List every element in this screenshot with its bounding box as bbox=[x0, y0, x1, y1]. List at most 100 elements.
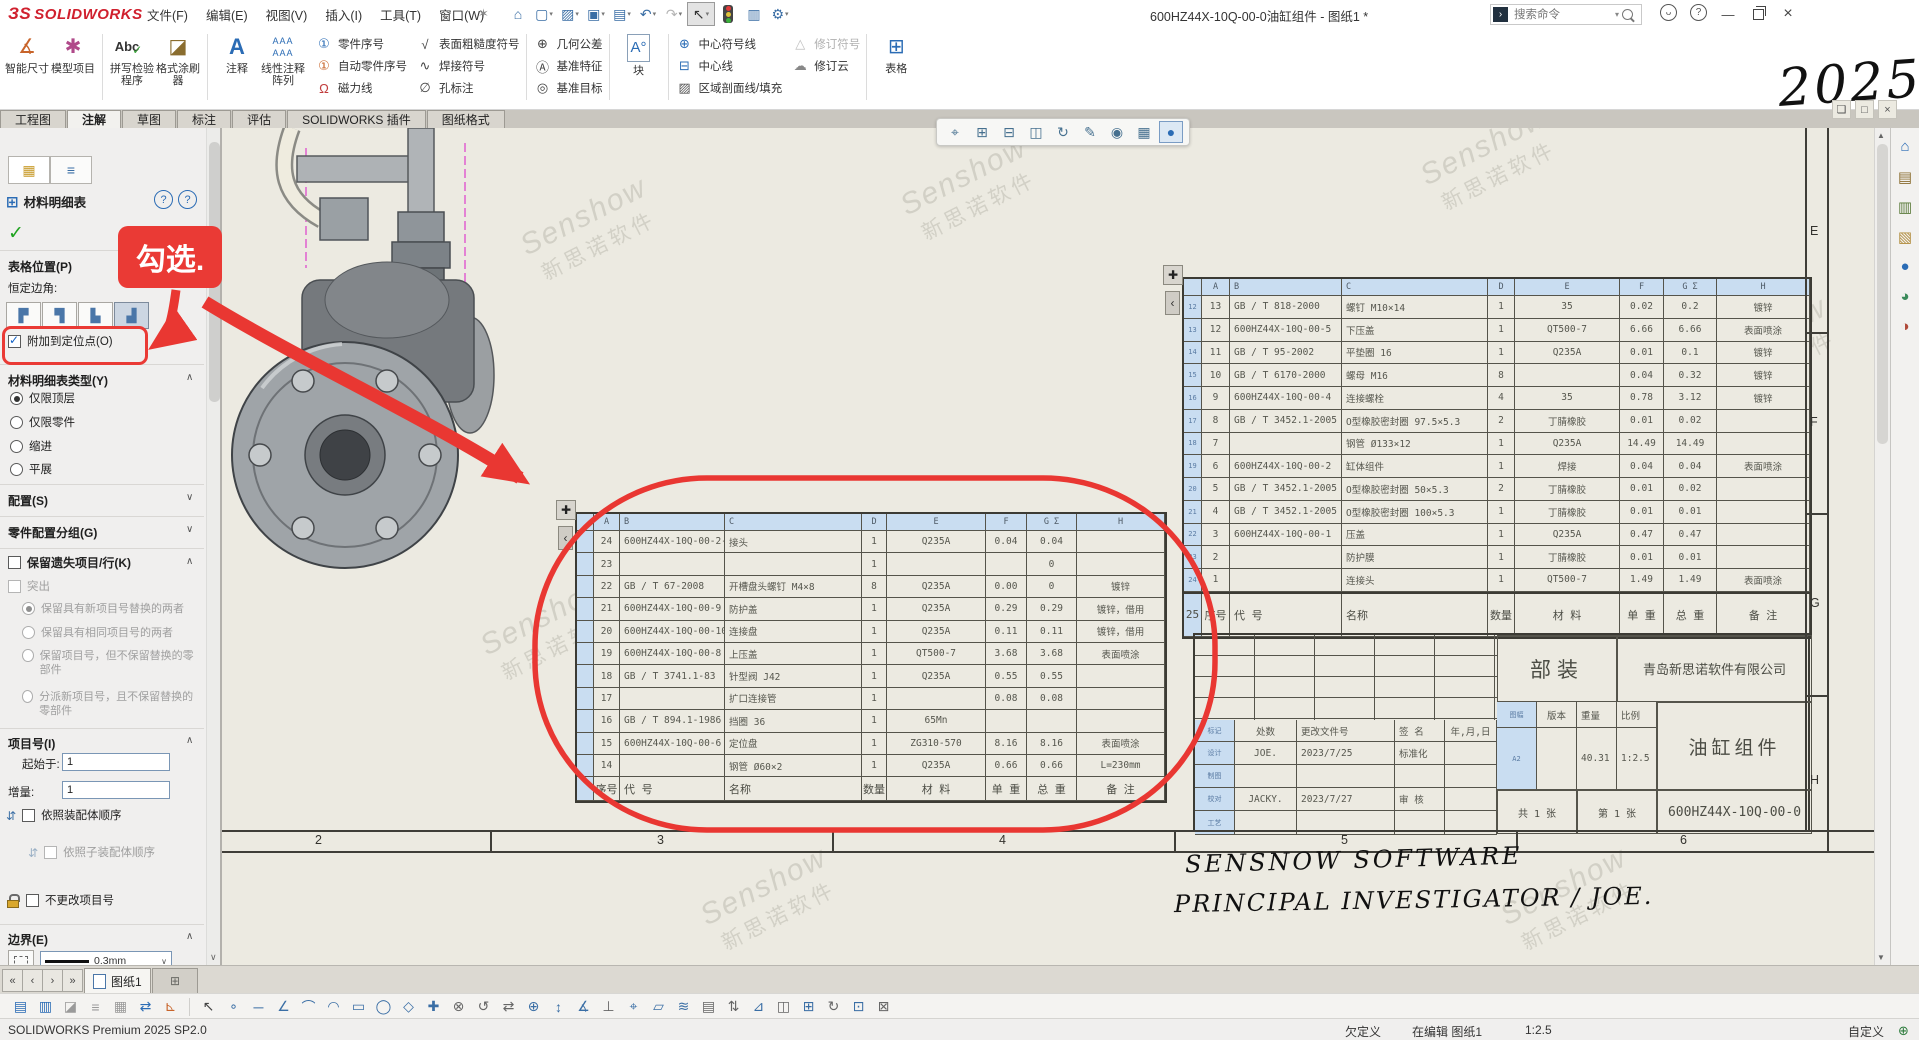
tab-dimension[interactable]: 标注 bbox=[177, 110, 231, 128]
graphics-area[interactable]: Senshow新思诺软件 Senshow新思诺软件 Senshow新思诺软件 S… bbox=[222, 128, 1874, 965]
table-row[interactable]: 196600HZ44X-10Q-00-2缸体组件1焊接0.040.04表面喷涂 bbox=[1184, 455, 1810, 478]
bom-type-header[interactable]: 材料明细表类型(Y) bbox=[8, 372, 108, 389]
doc-close-icon[interactable]: × bbox=[1878, 100, 1897, 119]
balloon-button[interactable]: ①零件序号 bbox=[314, 34, 407, 54]
datum-target-button[interactable]: ◎基准目标 bbox=[533, 78, 603, 98]
sheet-tab-active[interactable]: 图纸1 bbox=[84, 968, 151, 994]
centerline-button[interactable]: ⊟中心线 bbox=[675, 56, 783, 76]
home-icon[interactable]: ⌂ bbox=[1895, 136, 1916, 157]
tangent-arc-icon[interactable]: ◠ bbox=[321, 996, 346, 1017]
table-tool-icon[interactable]: ▤ bbox=[696, 996, 721, 1017]
no-change-checkbox[interactable] bbox=[26, 894, 39, 907]
section-tool-icon[interactable]: ◫ bbox=[771, 996, 796, 1017]
file-explorer-icon[interactable]: ▧ bbox=[1895, 226, 1916, 247]
radio-icon[interactable] bbox=[10, 416, 23, 429]
table-row[interactable]: 214GB / T 3452.1-2005O型橡胶密封圈 100×5.31丁腈橡… bbox=[1184, 501, 1810, 524]
tab-evaluate[interactable]: 评估 bbox=[232, 110, 286, 128]
strikeout-option[interactable]: 突出 bbox=[8, 580, 50, 594]
configurations-header[interactable]: 配置(S) bbox=[8, 492, 48, 509]
solidworks-resources-icon[interactable]: ▤ bbox=[1895, 166, 1916, 187]
table-row[interactable]: ABCDEFG ΣH bbox=[1184, 279, 1810, 296]
collapse-icon[interactable]: ∧ bbox=[186, 931, 193, 942]
custom-label[interactable]: 自定义 bbox=[1848, 1023, 1884, 1040]
smart-dimension-button[interactable]: ∡智能尺寸 bbox=[4, 32, 50, 102]
rebuild-button[interactable] bbox=[715, 3, 741, 25]
strikeout-checkbox[interactable] bbox=[8, 580, 21, 593]
search-input[interactable] bbox=[1512, 8, 1615, 22]
view-settings-icon[interactable]: ▦ bbox=[1132, 121, 1156, 143]
search-dropdown-icon[interactable]: ▾ bbox=[1615, 10, 1619, 19]
zoom-fit-icon[interactable]: ⌖ bbox=[943, 121, 967, 143]
pin-menu-icon[interactable]: ✶ bbox=[478, 6, 489, 22]
scroll-down-icon[interactable]: ∨ bbox=[210, 952, 217, 963]
hatch-format-icon[interactable]: ▦ bbox=[108, 996, 133, 1017]
surface-finish-button[interactable]: √表面粗糙度符号 bbox=[415, 34, 520, 54]
options-button[interactable]: ⚙▾ bbox=[767, 3, 793, 25]
start-at-input[interactable] bbox=[62, 753, 170, 771]
design-binder-icon[interactable]: ▥ bbox=[33, 996, 58, 1017]
geometric-tolerance-button[interactable]: ⊕几何公差 bbox=[533, 34, 603, 54]
select-button[interactable]: ↖▾ bbox=[687, 2, 715, 26]
format-painter-button[interactable]: ◪格式涂刷器 bbox=[155, 32, 201, 102]
revision-symbol-button[interactable]: △修订符号 bbox=[790, 34, 860, 54]
table-row[interactable]: 178GB / T 3452.1-2005O型橡胶密封圈 97.5×5.32丁腈… bbox=[1184, 410, 1810, 433]
table-row[interactable]: 187钢管 Ø133×121Q235A14.4914.49 bbox=[1184, 433, 1810, 456]
rotate-tool-icon[interactable]: ↺ bbox=[471, 996, 496, 1017]
new-document-button[interactable]: ▢▾ bbox=[531, 3, 557, 25]
table-row[interactable]: 19600HZ44X-10Q-00-8上压盖1QT500-73.683.68表面… bbox=[577, 643, 1165, 665]
centermark-tool-icon[interactable]: ⌖ bbox=[621, 996, 646, 1017]
scrollbar-thumb[interactable] bbox=[1877, 144, 1888, 444]
custom-properties-icon[interactable]: ◑ bbox=[1895, 316, 1916, 337]
help-icon[interactable]: ? bbox=[1690, 4, 1707, 21]
next-sheet-button[interactable]: › bbox=[42, 969, 63, 992]
rotate-view-icon[interactable]: ↻ bbox=[1051, 121, 1075, 143]
expand-icon[interactable]: ∨ bbox=[186, 492, 193, 503]
last-sheet-button[interactable]: » bbox=[62, 969, 83, 992]
perpendicular-icon[interactable]: ⊥ bbox=[596, 996, 621, 1017]
table-row[interactable]: 1213GB / T 818-2000螺钉 M10×141350.020.2镀锌 bbox=[1184, 296, 1810, 319]
doc-restore-icon[interactable]: ❏ bbox=[1832, 100, 1851, 119]
spell-checker-button[interactable]: Abc拼写检验程序 bbox=[109, 32, 155, 102]
menu-edit[interactable]: 编辑(E) bbox=[197, 5, 257, 24]
note-button[interactable]: A注释 bbox=[214, 32, 260, 102]
table-row[interactable]: 22GB / T 67-2008开槽盘头螺钉 M4×88Q235A0.000镀锌 bbox=[577, 576, 1165, 598]
tables-button[interactable]: ⊞表格 bbox=[873, 32, 919, 102]
table-row[interactable]: 24600HZ44X-10Q-00-2-1接头1Q235A0.040.04 bbox=[577, 531, 1165, 553]
table-row[interactable]: 18GB / T 3741.1-83针型阀 J421Q235A0.550.55 bbox=[577, 665, 1165, 687]
command-search[interactable]: › ▾ bbox=[1490, 4, 1642, 25]
table-row[interactable]: 25序号代 号名称数量材 料单 重总 重备 注 bbox=[1184, 592, 1810, 637]
anchor-bottom-right-button[interactable]: ▟ bbox=[114, 302, 149, 329]
bom-type-flat[interactable]: 平展 bbox=[10, 463, 52, 477]
table-move-handle[interactable]: ✚ bbox=[1163, 265, 1183, 285]
datum-feature-button[interactable]: Ⓐ基准特征 bbox=[533, 56, 603, 76]
follow-subassembly-checkbox[interactable] bbox=[44, 846, 57, 859]
table-row[interactable]: 16GB / T 894.1-1986挡圈 36165Mn bbox=[577, 710, 1165, 732]
magnetic-line-button[interactable]: Ω磁力线 bbox=[314, 78, 407, 98]
radio-icon[interactable] bbox=[10, 463, 23, 476]
swap-order-icon[interactable]: ⇅ bbox=[721, 996, 746, 1017]
refresh-tool-icon[interactable]: ↻ bbox=[821, 996, 846, 1017]
bom-table-right[interactable]: ABCDEFG ΣH 1213GB / T 818-2000螺钉 M10×141… bbox=[1182, 277, 1812, 639]
table-row[interactable]: 序号代 号名称数量材 料单 重总 重备 注 bbox=[577, 777, 1165, 801]
vertical-dim-icon[interactable]: ↕ bbox=[546, 996, 571, 1017]
table-row[interactable]: 169600HZ44X-10Q-00-4连接螺栓4350.783.12镀锌 bbox=[1184, 387, 1810, 410]
vertical-scrollbar[interactable]: ▲ ▼ bbox=[1874, 128, 1891, 965]
table-row[interactable]: 241连接头1QT500-71.491.49表面喷涂 bbox=[1184, 569, 1810, 592]
keep-option-4[interactable]: 分派新项目号，且不保留替换的零部件 bbox=[22, 690, 194, 718]
tab-sketch[interactable]: 草图 bbox=[122, 110, 176, 128]
bom-type-indented[interactable]: 缩进 bbox=[10, 440, 52, 454]
table-row[interactable]: 17扩口连接管10.080.08 bbox=[577, 688, 1165, 710]
centerpoint-icon[interactable]: ✚ bbox=[421, 996, 446, 1017]
restore-button[interactable] bbox=[1744, 3, 1772, 25]
radio-icon[interactable] bbox=[22, 626, 35, 639]
radio-icon[interactable] bbox=[22, 602, 35, 615]
table-row[interactable]: 205GB / T 3452.1-2005O型橡胶密封圈 50×5.32丁腈橡胶… bbox=[1184, 478, 1810, 501]
propertymanager-tab[interactable]: ▦ bbox=[8, 156, 50, 184]
scroll-up-icon[interactable]: ▲ bbox=[1877, 131, 1885, 140]
bom-type-parts-only[interactable]: 仅限零件 bbox=[10, 416, 75, 430]
angle-dim-icon[interactable]: ∠ bbox=[271, 996, 296, 1017]
add-sheet-tab[interactable]: ⊞ bbox=[152, 968, 198, 994]
design-library-icon[interactable]: ▥ bbox=[1895, 196, 1916, 217]
select-tool-icon[interactable]: ↖ bbox=[196, 996, 221, 1017]
polygon-tool-icon[interactable]: ◇ bbox=[396, 996, 421, 1017]
